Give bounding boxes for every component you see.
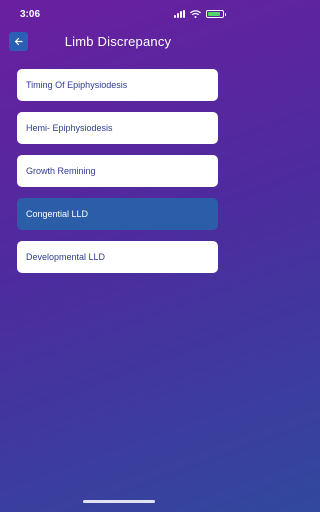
wifi-icon — [190, 10, 201, 18]
menu-item-timing-of-epiphysiodesis[interactable]: Timing Of Epiphysiodesis — [17, 69, 218, 101]
menu-item-developmental-lld[interactable]: Developmental LLD — [17, 241, 218, 273]
status-time: 3:06 — [20, 9, 41, 20]
menu-item-label: Hemi- Epiphysiodesis — [26, 123, 113, 133]
status-bar: 3:06 — [0, 0, 236, 28]
battery-icon — [206, 10, 226, 18]
menu-item-label: Congential LLD — [26, 209, 89, 219]
menu-item-growth-remining[interactable]: Growth Remining — [17, 155, 218, 187]
header: Limb Discrepancy — [0, 30, 236, 54]
menu-item-hemi-epiphysiodesis[interactable]: Hemi- Epiphysiodesis — [17, 112, 218, 144]
menu-item-label: Growth Remining — [26, 166, 96, 176]
home-indicator[interactable] — [83, 500, 155, 503]
status-icons — [174, 10, 226, 18]
menu-list: Timing Of Epiphysiodesis Hemi- Epiphysio… — [17, 69, 218, 284]
signal-icon — [174, 10, 185, 18]
page-title: Limb Discrepancy — [64, 34, 172, 49]
menu-item-congential-lld[interactable]: Congential LLD — [17, 198, 218, 230]
menu-item-label: Timing Of Epiphysiodesis — [26, 80, 128, 90]
menu-item-label: Developmental LLD — [26, 252, 106, 262]
